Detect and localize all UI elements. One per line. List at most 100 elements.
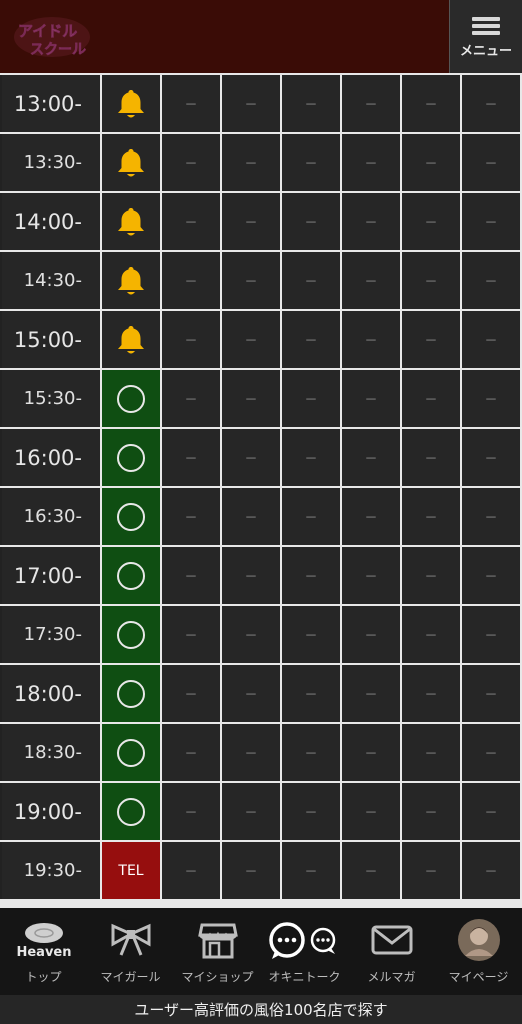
reservation-slot[interactable] bbox=[102, 75, 160, 132]
site-header: アイドル スクール メニュー bbox=[0, 0, 522, 73]
reservation-slot[interactable] bbox=[102, 134, 160, 191]
empty-slot: － bbox=[462, 429, 520, 486]
empty-slot: － bbox=[342, 370, 400, 427]
mail-icon bbox=[371, 918, 413, 962]
tel-label: TEL bbox=[118, 862, 144, 879]
bell-icon bbox=[116, 265, 146, 297]
time-label: 16:00- bbox=[0, 429, 100, 486]
heaven-badge: Heaven bbox=[16, 945, 71, 960]
empty-slot: － bbox=[402, 606, 460, 663]
empty-slot: － bbox=[222, 842, 280, 899]
empty-slot: － bbox=[222, 193, 280, 250]
empty-slot: － bbox=[462, 488, 520, 545]
reservation-slot[interactable] bbox=[102, 665, 160, 722]
empty-slot: － bbox=[282, 370, 340, 427]
empty-slot: － bbox=[342, 842, 400, 899]
empty-slot: － bbox=[222, 606, 280, 663]
reservation-slot[interactable] bbox=[102, 252, 160, 309]
nav-label-okini-talk: オキニトーク bbox=[268, 970, 341, 984]
menu-label: メニュー bbox=[459, 44, 512, 59]
svg-text:スクール: スクール bbox=[30, 42, 86, 58]
empty-slot: － bbox=[162, 75, 220, 132]
empty-slot: － bbox=[462, 547, 520, 604]
empty-slot: － bbox=[402, 488, 460, 545]
time-label: 18:00- bbox=[0, 665, 100, 722]
empty-slot: － bbox=[282, 783, 340, 840]
reservation-slot[interactable] bbox=[102, 783, 160, 840]
reservation-slot[interactable]: TEL bbox=[102, 842, 160, 899]
empty-slot: － bbox=[462, 252, 520, 309]
empty-slot: － bbox=[462, 606, 520, 663]
search-banner[interactable]: ユーザー高評価の風俗100名店で探す bbox=[0, 995, 522, 1024]
empty-slot: － bbox=[402, 724, 460, 781]
schedule-row: 13:30- －－－－－－ bbox=[0, 134, 522, 191]
time-label: 17:00- bbox=[0, 547, 100, 604]
empty-slot: － bbox=[162, 429, 220, 486]
empty-slot: － bbox=[222, 311, 280, 368]
schedule-row: 14:00- －－－－－－ bbox=[0, 193, 522, 250]
nav-label-mail-magazine: メルマガ bbox=[367, 970, 416, 984]
empty-slot: － bbox=[162, 252, 220, 309]
empty-slot: － bbox=[342, 606, 400, 663]
empty-slot: － bbox=[282, 193, 340, 250]
empty-slot: － bbox=[462, 311, 520, 368]
empty-slot: － bbox=[162, 134, 220, 191]
nav-label-my-page: マイページ bbox=[448, 970, 509, 984]
empty-slot: － bbox=[282, 252, 340, 309]
empty-slot: － bbox=[402, 134, 460, 191]
empty-slot: － bbox=[282, 724, 340, 781]
empty-slot: － bbox=[342, 783, 400, 840]
nav-item-mail-magazine[interactable]: メルマガ bbox=[348, 908, 435, 995]
ribbon-icon bbox=[109, 918, 153, 962]
empty-slot: － bbox=[402, 370, 460, 427]
svg-text:アイドル: アイドル bbox=[18, 22, 77, 40]
bell-icon bbox=[116, 206, 146, 238]
reservation-slot[interactable] bbox=[102, 311, 160, 368]
reservation-slot[interactable] bbox=[102, 193, 160, 250]
available-circle-icon bbox=[117, 384, 145, 413]
nav-item-my-shop[interactable]: マイショップ bbox=[174, 908, 261, 995]
empty-slot: － bbox=[162, 311, 220, 368]
nav-item-my-girl[interactable]: マイガール bbox=[87, 908, 174, 995]
reservation-slot[interactable] bbox=[102, 606, 160, 663]
time-label: 13:30- bbox=[0, 134, 100, 191]
empty-slot: － bbox=[342, 252, 400, 309]
bell-icon bbox=[116, 88, 146, 120]
schedule-row: 19:00- －－－－－－ bbox=[0, 783, 522, 840]
schedule-row: 17:00- －－－－－－ bbox=[0, 547, 522, 604]
time-label: 15:30- bbox=[0, 370, 100, 427]
empty-slot: － bbox=[162, 370, 220, 427]
empty-slot: － bbox=[162, 724, 220, 781]
empty-slot: － bbox=[342, 193, 400, 250]
nav-item-top[interactable]: Heaven トップ bbox=[0, 908, 87, 995]
site-logo[interactable]: アイドル スクール bbox=[12, 14, 92, 60]
empty-slot: － bbox=[222, 370, 280, 427]
reservation-slot[interactable] bbox=[102, 724, 160, 781]
bell-icon bbox=[116, 324, 146, 356]
reservation-slot[interactable] bbox=[102, 547, 160, 604]
reservation-slot[interactable] bbox=[102, 488, 160, 545]
nav-item-okini-talk[interactable]: オキニトーク bbox=[261, 908, 348, 995]
time-label: 17:30- bbox=[0, 606, 100, 663]
empty-slot: － bbox=[462, 724, 520, 781]
empty-slot: － bbox=[282, 134, 340, 191]
empty-slot: － bbox=[282, 75, 340, 132]
search-banner-text: ユーザー高評価の風俗100名店で探す bbox=[134, 1001, 388, 1019]
nav-item-my-page[interactable]: マイページ bbox=[435, 908, 522, 995]
empty-slot: － bbox=[342, 75, 400, 132]
empty-slot: － bbox=[282, 606, 340, 663]
available-circle-icon bbox=[117, 738, 145, 767]
reservation-slot[interactable] bbox=[102, 429, 160, 486]
available-circle-icon bbox=[117, 502, 145, 531]
reservation-slot[interactable] bbox=[102, 370, 160, 427]
time-label: 13:00- bbox=[0, 75, 100, 132]
menu-button[interactable]: メニュー bbox=[449, 0, 522, 73]
empty-slot: － bbox=[222, 724, 280, 781]
empty-slot: － bbox=[402, 311, 460, 368]
empty-slot: － bbox=[162, 547, 220, 604]
schedule-row: 16:30- －－－－－－ bbox=[0, 488, 522, 545]
avatar-icon bbox=[457, 918, 501, 962]
empty-slot: － bbox=[222, 134, 280, 191]
empty-slot: － bbox=[462, 75, 520, 132]
empty-slot: － bbox=[462, 193, 520, 250]
